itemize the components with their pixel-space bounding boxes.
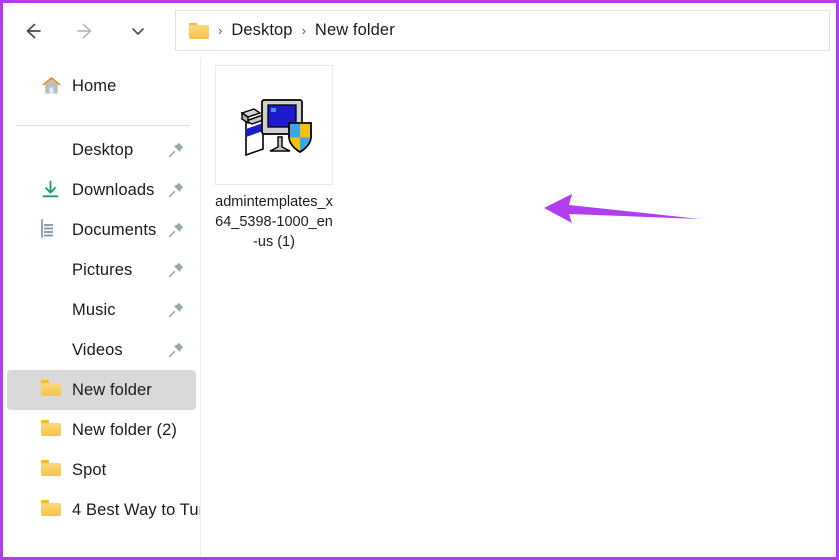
pointer-arrow-icon: [544, 194, 700, 223]
download-icon: [41, 180, 61, 200]
forward-arrow-icon: [77, 23, 92, 38]
file-name-label: admintemplates_x64_5398-1000_en-us (1): [215, 194, 333, 250]
video-icon: [41, 340, 61, 360]
sidebar-item-pictures[interactable]: Pictures: [7, 250, 196, 290]
pin-icon[interactable]: [168, 221, 185, 238]
sidebar-item-new-folder[interactable]: New folder: [7, 370, 196, 410]
sidebar-item-desktop[interactable]: Desktop: [7, 130, 196, 170]
sidebar-divider: [17, 125, 190, 126]
sidebar-item-spot[interactable]: Spot: [7, 450, 196, 490]
pin-icon[interactable]: [168, 341, 185, 358]
file-thumbnail[interactable]: [215, 65, 333, 185]
forward-button[interactable]: [66, 11, 106, 51]
sidebar-item-4-best-way-to-turn[interactable]: 4 Best Way to Turn: [7, 490, 200, 530]
desktop-icon: [41, 140, 61, 160]
sidebar-item-label: 4 Best Way to Turn: [72, 500, 201, 519]
navigation-pane: Home Desktop Downloads Documents Picture…: [3, 58, 201, 557]
breadcrumb-separator: ›: [218, 23, 223, 38]
breadcrumb-item-new-folder[interactable]: New folder: [315, 21, 395, 40]
sidebar-item-documents[interactable]: Documents: [7, 210, 196, 250]
sidebar-item-label: Downloads: [72, 180, 155, 199]
back-button[interactable]: [12, 11, 52, 51]
sidebar-item-new-folder-2[interactable]: New folder (2): [7, 410, 196, 450]
sidebar-item-label: Spot: [72, 460, 107, 479]
breadcrumb-item-desktop[interactable]: Desktop: [231, 21, 292, 40]
folder-icon: [41, 420, 61, 440]
pin-icon[interactable]: [168, 301, 185, 318]
address-bar[interactable]: › Desktop › New folder: [175, 10, 830, 51]
breadcrumb-separator: ›: [301, 23, 306, 38]
sidebar-item-videos[interactable]: Videos: [7, 330, 196, 370]
sidebar-item-label: Home: [72, 76, 117, 95]
music-icon: [41, 300, 61, 320]
sidebar-item-label: Pictures: [72, 260, 133, 279]
folder-icon: [41, 500, 61, 520]
file-explorer-window: › Desktop › New folder Home Desktop Down…: [0, 0, 839, 560]
sidebar-item-home[interactable]: Home: [7, 66, 196, 106]
sidebar-item-label: New folder (2): [72, 420, 178, 439]
windows-installer-msi-icon: [240, 99, 312, 157]
back-arrow-icon: [26, 23, 41, 38]
recent-locations-button[interactable]: [118, 11, 158, 51]
folder-icon: [41, 460, 61, 480]
pin-icon[interactable]: [168, 261, 185, 278]
sidebar-item-label: New folder: [72, 380, 152, 399]
file-list-pane[interactable]: admintemplates_x64_5398-1000_en-us (1): [202, 58, 836, 557]
file-item[interactable]: admintemplates_x64_5398-1000_en-us (1): [214, 65, 334, 252]
sidebar-item-label: Desktop: [72, 140, 134, 159]
sidebar-item-label: Documents: [72, 220, 157, 239]
sidebar-item-label: Music: [72, 300, 116, 319]
sidebar-item-music[interactable]: Music: [7, 290, 196, 330]
picture-icon: [41, 260, 61, 280]
chevron-down-icon: [132, 27, 144, 35]
pin-icon[interactable]: [168, 141, 185, 158]
sidebar-item-label: Videos: [72, 340, 123, 359]
pin-icon[interactable]: [168, 181, 185, 198]
document-icon: [41, 219, 61, 240]
folder-icon: [41, 380, 61, 400]
folder-icon: [189, 22, 209, 39]
home-icon: [41, 76, 61, 96]
sidebar-item-downloads[interactable]: Downloads: [7, 170, 196, 210]
